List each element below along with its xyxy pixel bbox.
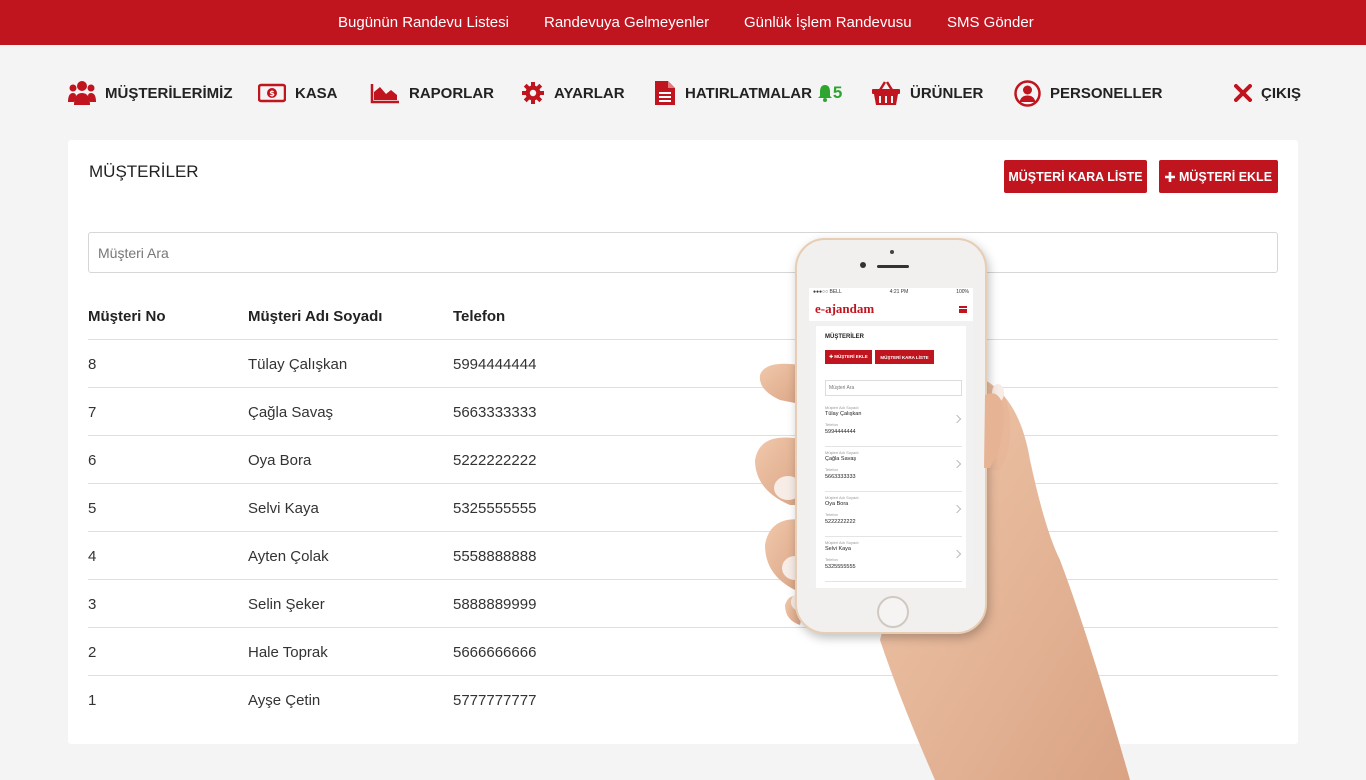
cash-icon: $	[258, 83, 286, 103]
customer-no-cell: 4	[88, 548, 97, 565]
topnav-daily-appointment-link[interactable]: Günlük İşlem Randevusu	[744, 14, 912, 31]
customer-no-cell: 1	[88, 692, 97, 709]
nav-reports[interactable]: RAPORLAR	[370, 78, 494, 108]
customer-phone-cell: 5777777777	[453, 692, 537, 709]
customer-phone-cell: 5994444444	[453, 356, 537, 373]
customer-no-cell: 5	[88, 500, 97, 517]
topnav-todays-appointments-link[interactable]: Bugünün Randevu Listesi	[338, 14, 509, 31]
customer-phone-cell: 5666666666	[453, 644, 537, 661]
customers-panel: MÜŞTERİLER MÜŞTERİ KARA LİSTE MÜŞTERİ EK…	[68, 140, 1298, 744]
reminder-count: 5	[832, 83, 843, 102]
table-row[interactable]: 4 Ayten Çolak 5558888888	[88, 532, 1278, 580]
customer-blacklist-label: MÜŞTERİ KARA LİSTE	[1008, 169, 1143, 184]
main-nav: MÜŞTERİLERİMİZ $ KASA RAPORLAR AYARLAR H…	[0, 72, 1366, 114]
nav-cashbox-label: KASA	[295, 84, 338, 102]
nav-customers[interactable]: MÜŞTERİLERİMİZ	[68, 78, 233, 108]
nav-customers-label: MÜŞTERİLERİMİZ	[105, 84, 233, 102]
customer-name-cell: Tülay Çalışkan	[248, 356, 348, 373]
customer-no-cell: 7	[88, 404, 97, 421]
add-customer-label: MÜŞTERİ EKLE	[1178, 169, 1273, 184]
table-header: Müşteri No Müşteri Adı Soyadı Telefon	[88, 308, 1278, 340]
topnav-send-sms-link[interactable]: SMS Gönder	[947, 14, 1034, 31]
reminder-badge: 5	[817, 83, 842, 103]
nav-products-label: ÜRÜNLER	[910, 84, 984, 102]
customer-phone-cell: 5558888888	[453, 548, 537, 565]
table-row[interactable]: 1 Ayşe Çetin 5777777777	[88, 676, 1278, 724]
customer-search-input[interactable]	[88, 232, 1278, 273]
page-title: MÜŞTERİLER	[89, 162, 199, 181]
table-row[interactable]: 2 Hale Toprak 5666666666	[88, 628, 1278, 676]
customer-name-cell: Selin Şeker	[248, 596, 325, 613]
add-customer-button[interactable]: MÜŞTERİ EKLE	[1159, 160, 1278, 193]
gear-icon	[522, 82, 544, 104]
basket-icon	[872, 81, 900, 105]
customer-name-cell: Ayten Çolak	[248, 548, 329, 565]
customer-name-cell: Hale Toprak	[248, 644, 328, 661]
customer-phone-cell: 5325555555	[453, 500, 537, 517]
customer-blacklist-button[interactable]: MÜŞTERİ KARA LİSTE	[1004, 160, 1147, 193]
logout-button[interactable]: ÇIKIŞ	[1234, 78, 1301, 108]
nav-reminders-label: HATIRLATMALAR	[685, 84, 812, 102]
table-row[interactable]: 7 Çağla Savaş 5663333333	[88, 388, 1278, 436]
user-circle-icon	[1014, 79, 1041, 107]
top-nav-bar: Bugünün Randevu Listesi Randevuya Gelmey…	[0, 0, 1366, 45]
customer-name-cell: Oya Bora	[248, 452, 312, 469]
table-row[interactable]: 6 Oya Bora 5222222222	[88, 436, 1278, 484]
customer-name-cell: Selvi Kaya	[248, 500, 319, 517]
customer-no-cell: 2	[88, 644, 97, 661]
users-icon	[68, 81, 96, 105]
customer-name-cell: Ayşe Çetin	[248, 692, 321, 709]
column-header-customer-name[interactable]: Müşteri Adı Soyadı	[248, 308, 382, 325]
topnav-no-shows-link[interactable]: Randevuya Gelmeyenler	[544, 14, 709, 31]
nav-staff[interactable]: PERSONELLER	[1014, 78, 1163, 108]
nav-products[interactable]: ÜRÜNLER	[871, 78, 983, 108]
customer-no-cell: 8	[88, 356, 97, 373]
column-header-customer-no[interactable]: Müşteri No	[88, 308, 166, 325]
customer-no-cell: 3	[88, 596, 97, 613]
table-row[interactable]: 3 Selin Şeker 5888889999	[88, 580, 1278, 628]
area-chart-icon	[370, 84, 399, 104]
nav-settings-label: AYARLAR	[554, 84, 625, 102]
nav-staff-label: PERSONELLER	[1050, 84, 1163, 102]
svg-text:$: $	[269, 89, 275, 98]
customer-no-cell: 6	[88, 452, 97, 469]
logout-label: ÇIKIŞ	[1261, 84, 1302, 102]
nav-settings[interactable]: AYARLAR	[521, 78, 625, 108]
table-row[interactable]: 8 Tülay Çalışkan 5994444444	[88, 340, 1278, 388]
customer-phone-cell: 5222222222	[453, 452, 537, 469]
customer-phone-cell: 5888889999	[453, 596, 537, 613]
table-row[interactable]: 5 Selvi Kaya 5325555555	[88, 484, 1278, 532]
customer-name-cell: Çağla Savaş	[248, 404, 334, 421]
customer-table-body: 8 Tülay Çalışkan 5994444444 7 Çağla Sava…	[88, 340, 1278, 724]
customer-phone-cell: 5663333333	[453, 404, 537, 421]
document-icon	[655, 81, 675, 105]
column-header-phone[interactable]: Telefon	[453, 308, 505, 325]
nav-reports-label: RAPORLAR	[409, 84, 494, 102]
close-icon	[1234, 84, 1252, 102]
plus-icon	[1164, 171, 1175, 182]
nav-cashbox[interactable]: $ KASA	[258, 78, 338, 108]
bell-icon	[817, 85, 832, 102]
nav-reminders[interactable]: HATIRLATMALAR 5	[654, 78, 842, 108]
